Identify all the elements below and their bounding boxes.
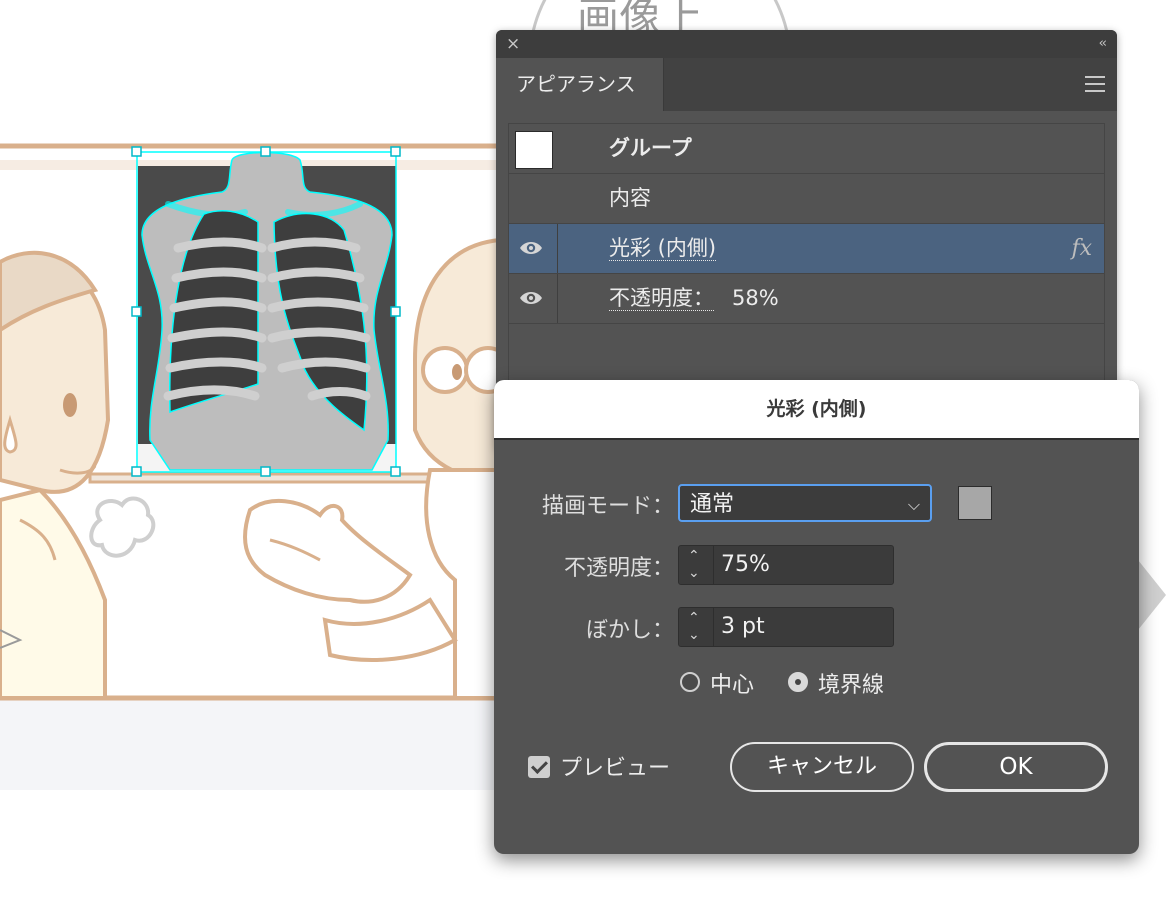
tab-appearance[interactable]: アピアランス <box>496 58 664 111</box>
row-label: グループ <box>609 136 692 160</box>
chevron-up-icon[interactable]: ⌃ <box>688 611 700 625</box>
eye-icon[interactable] <box>519 288 543 308</box>
cancel-button[interactable]: キャンセル <box>730 742 914 792</box>
blend-mode-label: 描画モード： <box>541 494 674 519</box>
row-divider <box>557 224 558 273</box>
appearance-row-inner-glow[interactable]: 光彩 (内側) fx <box>509 224 1104 274</box>
opacity-label: 不透明度： <box>563 556 674 581</box>
radio-label: 中心 <box>710 673 755 698</box>
appearance-row-contents[interactable]: 内容 <box>509 174 1104 224</box>
radio-label: 境界線 <box>818 673 885 698</box>
chevron-down-icon[interactable]: ⌄ <box>688 566 700 580</box>
row-label[interactable]: 光彩 (内側) <box>609 224 717 273</box>
panel-titlebar[interactable]: × ‹‹ <box>496 30 1117 58</box>
dialog-title: 光彩 (内側) <box>494 380 1139 440</box>
row-label: 不透明度： 58% <box>609 274 779 323</box>
appearance-row-opacity[interactable]: 不透明度： 58% <box>509 274 1104 324</box>
row-divider <box>557 274 558 323</box>
blur-stepper[interactable]: ⌃ ⌄ <box>679 608 714 646</box>
preview-checkbox[interactable] <box>528 756 550 778</box>
opacity-field[interactable]: ⌃ ⌄ 75% <box>678 545 894 585</box>
close-icon[interactable]: × <box>506 33 520 55</box>
chevron-down-icon[interactable]: ⌄ <box>688 628 700 642</box>
radio-circle[interactable] <box>680 672 700 692</box>
glow-color-swatch[interactable] <box>958 486 992 520</box>
opacity-link[interactable]: 不透明度： <box>609 286 714 311</box>
chevron-up-icon[interactable]: ⌃ <box>688 549 700 563</box>
opacity-input[interactable]: 75% <box>721 546 770 584</box>
panel-tabbar: アピアランス <box>496 58 1117 111</box>
inner-glow-link[interactable]: 光彩 (内側) <box>609 236 717 261</box>
opacity-stepper[interactable]: ⌃ ⌄ <box>679 546 714 584</box>
blend-mode-select[interactable]: 通常 ⌵ <box>678 484 932 522</box>
blur-input[interactable]: 3 pt <box>721 608 765 646</box>
row-label: 内容 <box>609 186 651 210</box>
blur-field[interactable]: ⌃ ⌄ 3 pt <box>678 607 894 647</box>
preview-label[interactable]: プレビュー <box>560 750 670 782</box>
ok-button[interactable]: OK <box>924 742 1108 792</box>
panel-menu-icon[interactable] <box>1085 76 1105 97</box>
radio-circle-selected[interactable] <box>788 672 808 692</box>
chevron-down-icon: ⌵ <box>907 495 920 514</box>
xray-group <box>131 146 401 477</box>
collapse-icon[interactable]: ‹‹ <box>1099 34 1108 54</box>
blend-mode-value: 通常 <box>690 492 735 517</box>
group-thumbnail <box>515 131 553 169</box>
fx-icon[interactable]: fx <box>1071 224 1092 273</box>
eye-icon[interactable] <box>519 238 543 258</box>
appearance-row-group[interactable]: グループ <box>509 124 1104 174</box>
opacity-value: 58% <box>732 286 779 310</box>
inner-glow-dialog: 光彩 (内側) 描画モード： 通常 ⌵ 不透明度： ⌃ ⌄ 75% ぼかし： ⌃… <box>494 380 1139 854</box>
blur-label: ぼかし： <box>585 618 674 643</box>
